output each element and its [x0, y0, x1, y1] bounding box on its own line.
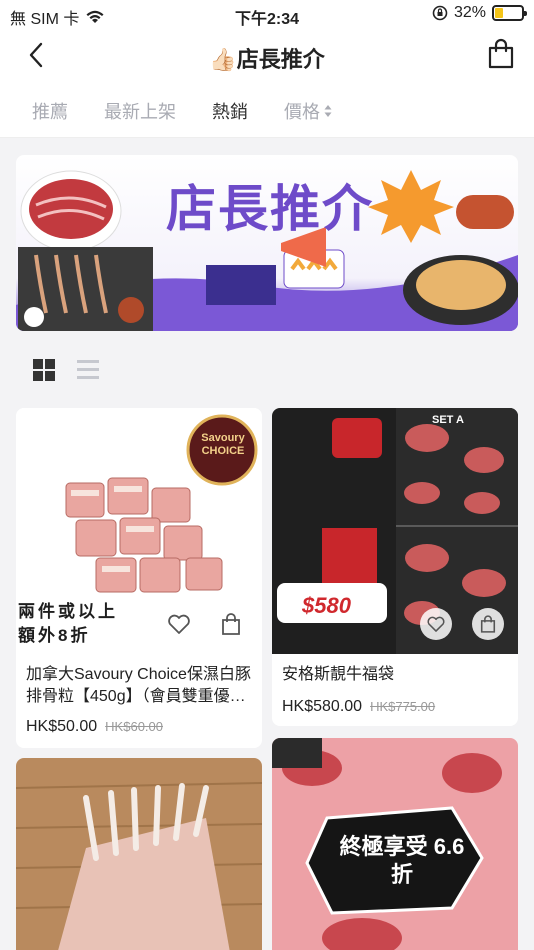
battery-tip — [524, 11, 527, 16]
battery-level — [495, 8, 503, 18]
list-view-icon[interactable] — [77, 359, 99, 381]
promo-banner-text: 終極享受 6.6折 — [339, 834, 465, 887]
status-right: 32% — [432, 4, 527, 22]
shopping-bag-icon[interactable] — [486, 38, 516, 70]
product-price: HK$580.00 — [282, 698, 363, 715]
battery-percent: 32% — [453, 4, 486, 21]
tab-hot-selling[interactable]: 熱銷 — [212, 98, 248, 124]
product-name: 安格斯靚牛福袋 — [282, 666, 395, 683]
tab-recommended[interactable]: 推薦 — [32, 98, 68, 124]
favorite-button[interactable] — [420, 608, 452, 640]
battery-icon — [492, 5, 527, 21]
shopping-bag-icon — [480, 615, 496, 633]
product-image — [16, 758, 262, 950]
product-price-row: HK$50.00 HK$60.00 — [26, 718, 163, 736]
grid-view-icon[interactable] — [33, 359, 55, 381]
page-title: 👍🏻店長推介 — [0, 42, 534, 74]
promo-badge: 兩件或以上額外8折 — [18, 600, 128, 648]
product-card[interactable]: 終極享受 6.6折 — [272, 738, 518, 950]
product-card[interactable]: SET A $580 安格斯靚牛福袋 HK$580.00 HK$775.00 — [272, 408, 518, 726]
page-title-text: 店長推介 — [236, 47, 325, 72]
tab-price-label: 價格 — [284, 102, 320, 122]
nav-bar: 👍🏻店長推介 — [0, 30, 534, 82]
product-card[interactable] — [16, 758, 262, 950]
product-name: 加拿大Savoury Choice保濕白豚排骨粒【450g】（會員雙重優… — [26, 666, 251, 705]
set-label: SET A — [432, 414, 464, 426]
product-price-row: HK$580.00 HK$775.00 — [282, 698, 435, 716]
brand-logo: Savoury CHOICE — [201, 432, 245, 457]
product-price: HK$50.00 — [26, 718, 98, 735]
heart-icon[interactable] — [165, 610, 193, 638]
tab-price[interactable]: 價格 — [284, 98, 332, 124]
product-card[interactable]: Savoury CHOICE 兩件或以上額外8折 加拿大Savoury Choi… — [16, 408, 262, 748]
shopping-bag-icon[interactable] — [217, 610, 245, 638]
orientation-lock-icon — [432, 5, 448, 21]
banner-title: 店長推介 — [166, 180, 374, 238]
promo-banner[interactable]: 店長推介 — [16, 155, 518, 331]
product-original-price: HK$775.00 — [370, 699, 436, 714]
sort-tabs: 推薦 最新上架 熱銷 價格 — [0, 82, 534, 138]
thumbs-up-icon: 👍🏻 — [209, 47, 237, 72]
add-to-cart-button[interactable] — [472, 608, 504, 640]
heart-icon — [427, 616, 445, 632]
status-bar: 無 SIM 卡 下午2:34 32% — [0, 0, 534, 30]
sort-arrows-icon — [324, 105, 332, 118]
promo-price-badge: $580 — [302, 593, 351, 618]
tab-newest[interactable]: 最新上架 — [104, 98, 176, 124]
product-original-price: HK$60.00 — [105, 719, 163, 734]
